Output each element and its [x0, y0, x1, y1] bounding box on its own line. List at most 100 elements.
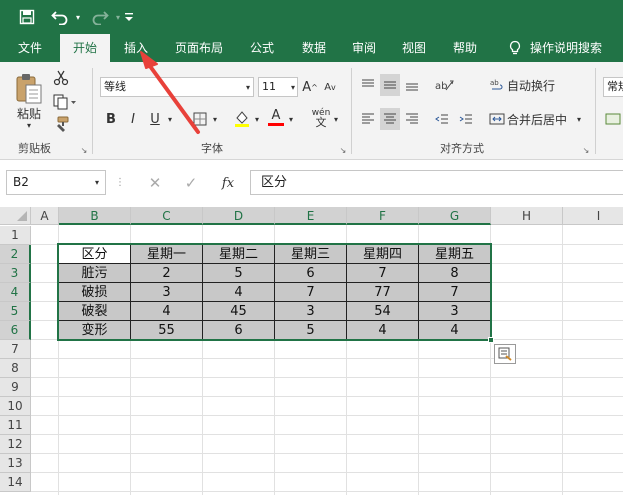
table-cell[interactable]: 3 — [131, 283, 203, 302]
table-cell[interactable]: 3 — [275, 302, 347, 321]
phonetic-button[interactable]: wén 文 — [310, 106, 332, 130]
table-cell[interactable]: 6 — [203, 321, 275, 340]
column-header-f[interactable]: F — [347, 207, 419, 225]
formula-input[interactable]: 区分 — [250, 170, 623, 195]
font-color-dropdown-icon[interactable]: ▾ — [286, 112, 296, 126]
table-cell[interactable]: 4 — [419, 321, 491, 340]
tab-insert[interactable]: 插入 — [114, 34, 158, 62]
table-cell[interactable]: 区分 — [59, 245, 131, 264]
table-cell[interactable]: 脏污 — [59, 264, 131, 283]
column-header-g[interactable]: G — [419, 207, 491, 225]
column-header-d[interactable]: D — [203, 207, 275, 225]
tab-review[interactable]: 审阅 — [342, 34, 386, 62]
table-cell[interactable]: 变形 — [59, 321, 131, 340]
table-cell[interactable]: 55 — [131, 321, 203, 340]
wrap-text-button[interactable]: 自动换行 — [507, 76, 567, 94]
tab-page-layout[interactable]: 页面布局 — [168, 34, 230, 62]
table-cell[interactable]: 4 — [131, 302, 203, 321]
tell-me-search[interactable]: 操作说明搜索 — [530, 34, 610, 62]
table-cell[interactable]: 45 — [203, 302, 275, 321]
row-header-8[interactable]: 8 — [0, 359, 31, 378]
alignment-launcher-icon[interactable]: ↘ — [581, 145, 591, 155]
copy-icon[interactable] — [50, 92, 80, 112]
phonetic-dropdown-icon[interactable]: ▾ — [331, 112, 341, 126]
borders-dropdown-icon[interactable]: ▾ — [210, 112, 220, 126]
row-header-4[interactable]: 4 — [0, 283, 31, 302]
bold-button[interactable]: B — [102, 108, 120, 130]
merge-center-button[interactable]: 合并后居中 — [507, 110, 571, 128]
align-left-icon[interactable] — [358, 108, 378, 130]
table-cell[interactable]: 星期三 — [275, 245, 347, 264]
clipboard-launcher-icon[interactable]: ↘ — [79, 145, 89, 155]
font-name-box[interactable]: 等线 — [100, 77, 254, 97]
table-cell[interactable]: 7 — [347, 264, 419, 283]
font-launcher-icon[interactable]: ↘ — [338, 145, 348, 155]
tab-data[interactable]: 数据 — [292, 34, 336, 62]
insert-function-button[interactable]: fx — [216, 172, 240, 194]
undo-dropdown-icon[interactable]: ▾ — [73, 7, 83, 27]
table-cell[interactable]: 4 — [203, 283, 275, 302]
paste-dropdown-icon[interactable]: ▾ — [24, 120, 34, 130]
select-all-corner[interactable] — [0, 207, 31, 225]
row-header-11[interactable]: 11 — [0, 416, 31, 435]
customize-qat-icon[interactable] — [122, 7, 136, 27]
table-cell[interactable]: 6 — [275, 264, 347, 283]
format-painter-icon[interactable] — [50, 114, 72, 134]
name-box-dropdown-icon[interactable]: ▾ — [92, 175, 102, 189]
tab-formulas[interactable]: 公式 — [240, 34, 284, 62]
align-top-icon[interactable] — [358, 74, 378, 96]
table-cell[interactable]: 54 — [347, 302, 419, 321]
increase-indent-icon[interactable] — [456, 108, 476, 130]
table-cell[interactable]: 3 — [419, 302, 491, 321]
number-format-box[interactable]: 常规 — [603, 77, 623, 97]
table-cell[interactable]: 5 — [203, 264, 275, 283]
table-cell[interactable]: 星期二 — [203, 245, 275, 264]
align-center-icon[interactable] — [380, 108, 400, 130]
save-icon[interactable] — [16, 7, 38, 27]
decrease-indent-icon[interactable] — [432, 108, 452, 130]
redo-icon[interactable] — [88, 7, 112, 27]
align-middle-icon[interactable] — [380, 74, 400, 96]
name-box[interactable]: B2 — [6, 170, 106, 195]
row-header-9[interactable]: 9 — [0, 378, 31, 397]
enter-icon[interactable]: ✓ — [180, 172, 202, 194]
table-cell[interactable]: 星期五 — [419, 245, 491, 264]
italic-button[interactable]: I — [124, 108, 142, 130]
column-header-i[interactable]: I — [563, 207, 623, 225]
shrink-font-button[interactable]: Av — [322, 77, 338, 97]
orientation-icon[interactable]: ab — [432, 74, 458, 96]
row-header-6[interactable]: 6 — [0, 321, 31, 340]
tab-view[interactable]: 视图 — [392, 34, 436, 62]
table-cell[interactable]: 星期四 — [347, 245, 419, 264]
row-header-7[interactable]: 7 — [0, 340, 31, 359]
lightbulb-icon[interactable] — [504, 34, 526, 62]
paste-icon[interactable] — [12, 70, 46, 106]
table-cell[interactable]: 8 — [419, 264, 491, 283]
table-cell[interactable]: 破裂 — [59, 302, 131, 321]
accounting-format-icon[interactable] — [603, 108, 623, 130]
fill-color-icon[interactable] — [232, 108, 252, 130]
quick-analysis-icon[interactable] — [494, 344, 516, 364]
undo-icon[interactable] — [48, 7, 72, 27]
fill-color-dropdown-icon[interactable]: ▾ — [252, 112, 262, 126]
column-header-c[interactable]: C — [131, 207, 203, 225]
column-header-e[interactable]: E — [275, 207, 347, 225]
row-header-14[interactable]: 14 — [0, 473, 31, 492]
table-cell[interactable]: 5 — [275, 321, 347, 340]
underline-button[interactable]: U — [146, 108, 164, 130]
underline-dropdown-icon[interactable]: ▾ — [165, 112, 175, 126]
wrap-text-icon[interactable]: ab — [488, 74, 506, 96]
cut-icon[interactable] — [50, 68, 72, 88]
fill-handle[interactable] — [488, 337, 494, 343]
column-header-h[interactable]: H — [491, 207, 563, 225]
row-header-5[interactable]: 5 — [0, 302, 31, 321]
cancel-icon[interactable]: ✕ — [144, 172, 166, 194]
table-cell[interactable]: 7 — [275, 283, 347, 302]
table-cell[interactable]: 星期一 — [131, 245, 203, 264]
row-header-1[interactable]: 1 — [0, 226, 31, 245]
table-cell[interactable]: 破损 — [59, 283, 131, 302]
column-header-b[interactable]: B — [59, 207, 131, 225]
table-cell[interactable]: 4 — [347, 321, 419, 340]
borders-icon[interactable] — [190, 108, 210, 130]
align-right-icon[interactable] — [402, 108, 422, 130]
